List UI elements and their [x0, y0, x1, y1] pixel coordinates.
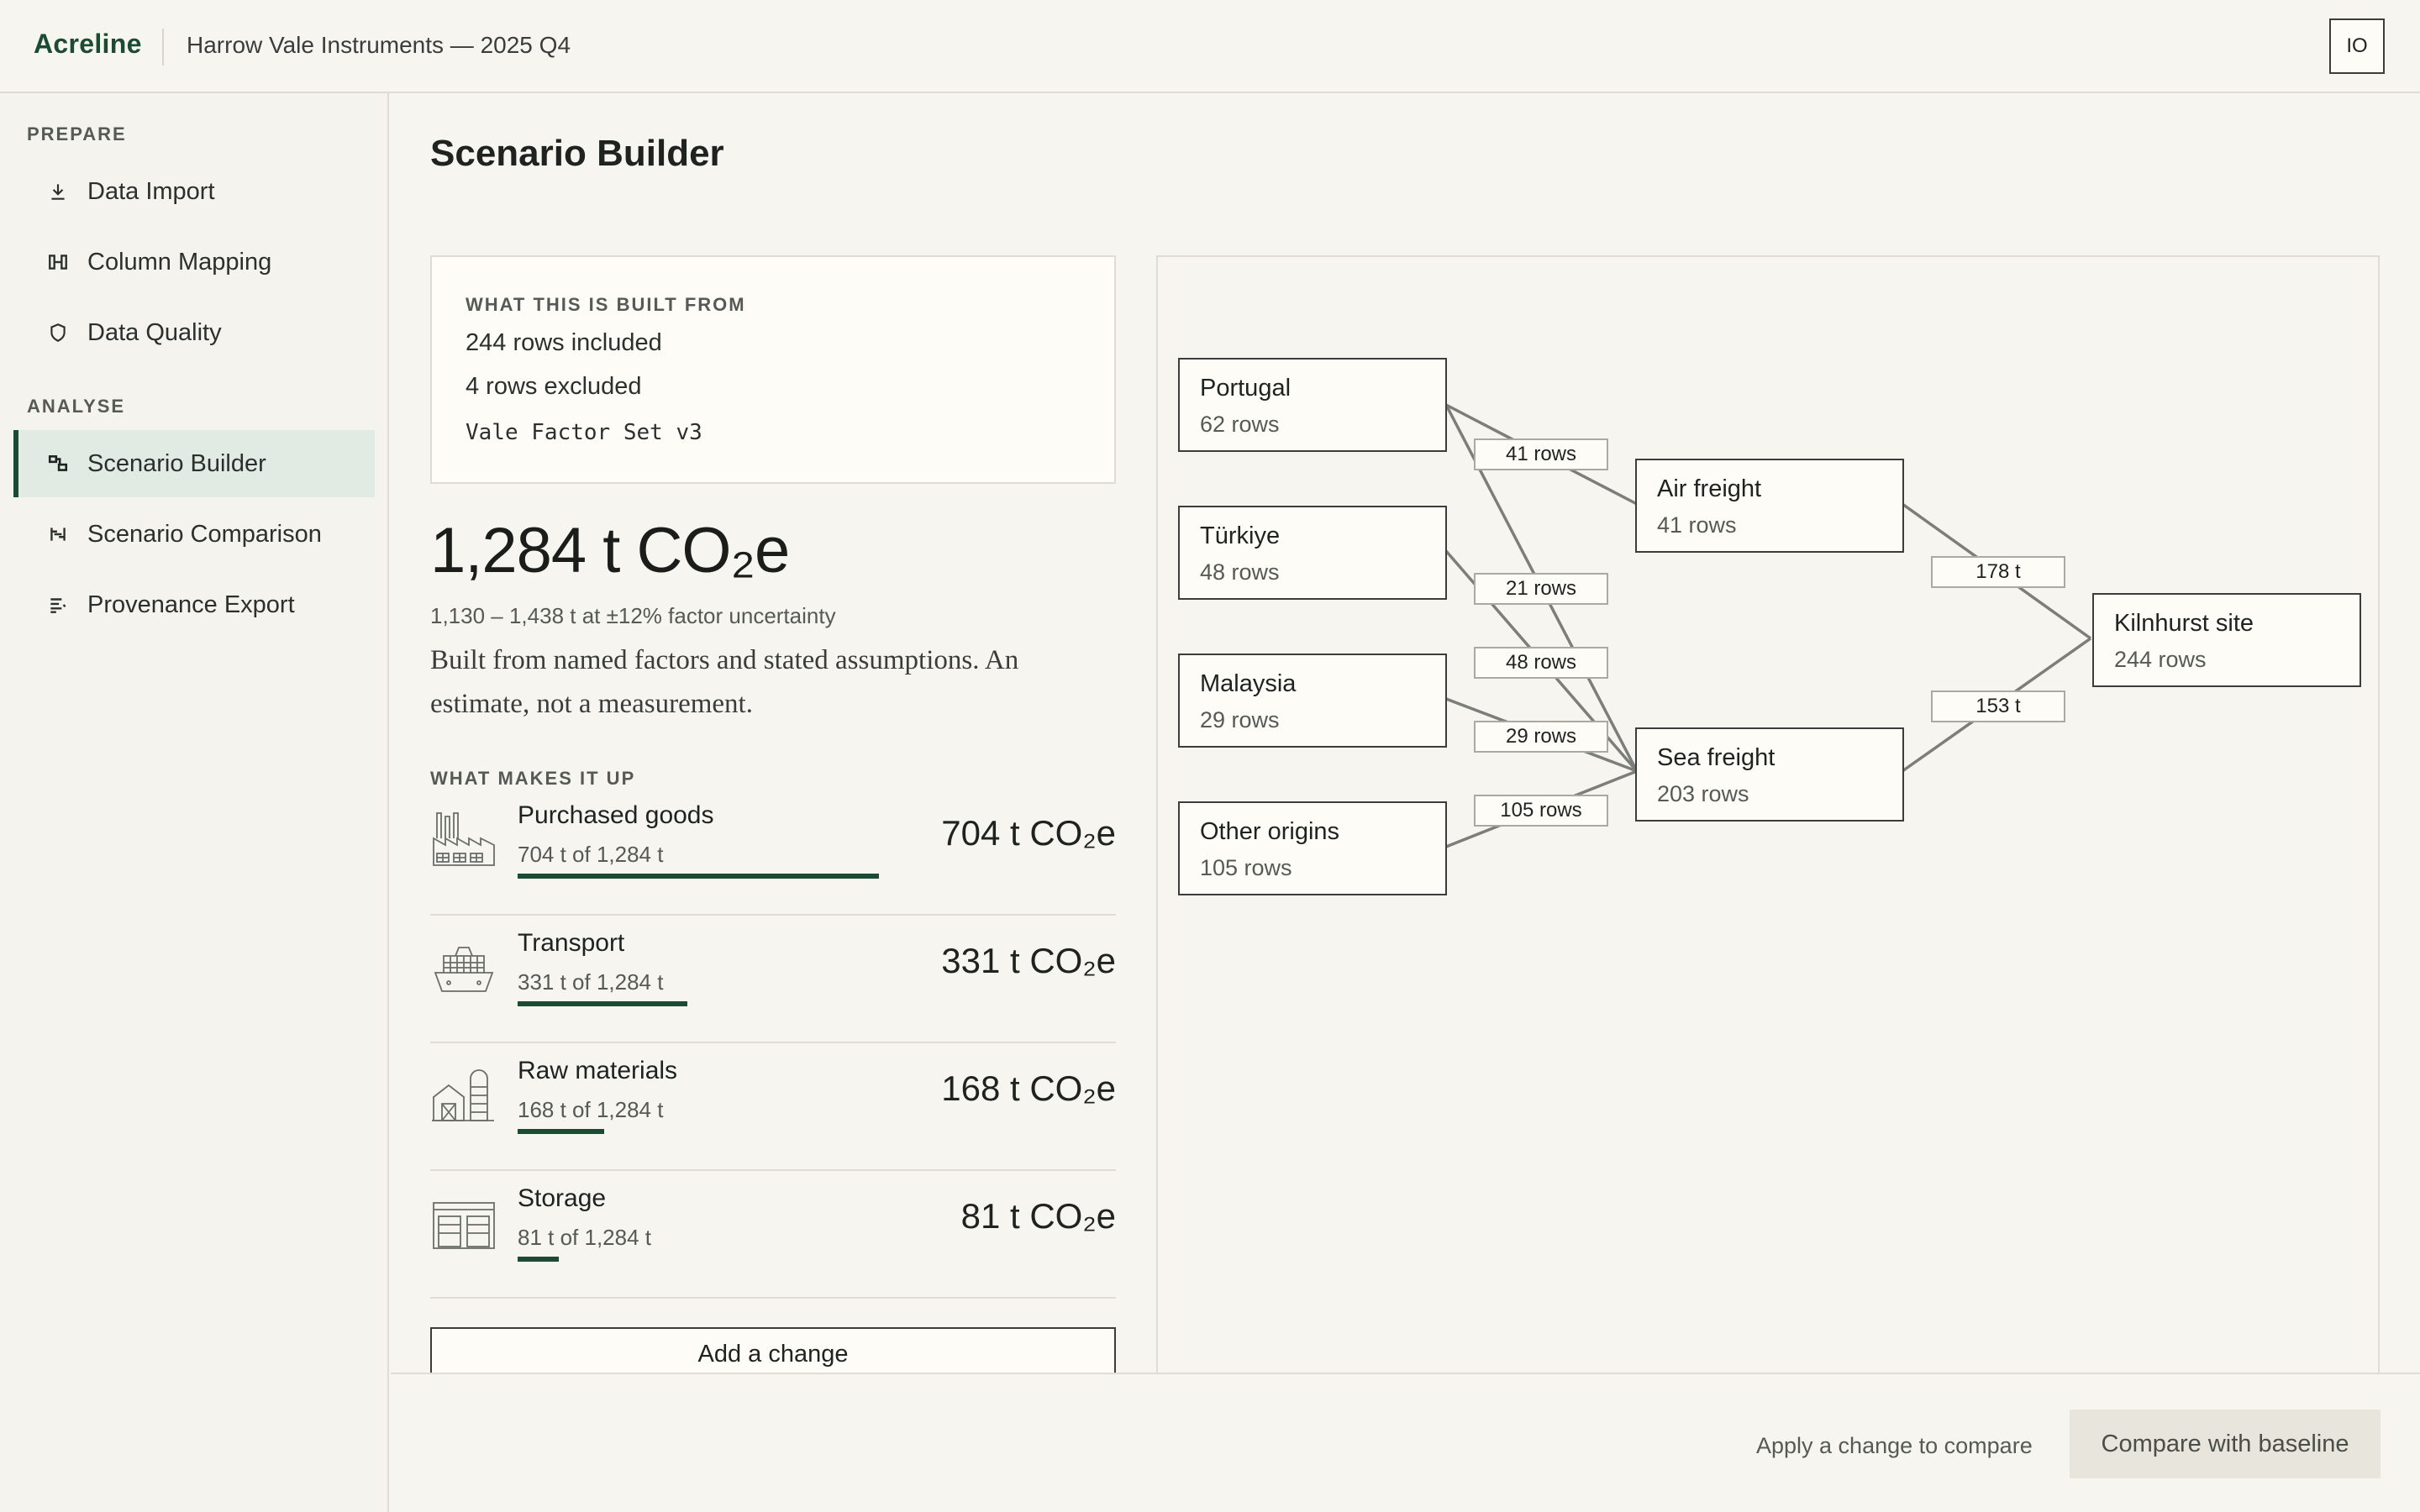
flow-node-malaysia[interactable]: Malaysia 29 rows — [1178, 654, 1447, 748]
node-title: Sea freight — [1657, 744, 1776, 771]
node-rows: 29 rows — [1200, 707, 1280, 732]
node-title: Air freight — [1657, 475, 1762, 502]
sidebar-item-provenance-export[interactable]: Provenance Export — [13, 571, 375, 638]
user-avatar[interactable]: IO — [2329, 18, 2385, 74]
flow-node-sea-freight[interactable]: Sea freight 203 rows — [1635, 727, 1904, 822]
farm-icon — [430, 1060, 497, 1127]
flow-node-kilnhurst-site[interactable]: Kilnhurst site 244 rows — [2092, 593, 2361, 687]
estimate-caveat: Built from named factors and stated assu… — [430, 645, 1019, 719]
edge-label: 178 t — [1931, 556, 2065, 588]
flow-node-air-freight[interactable]: Air freight 41 rows — [1635, 459, 1904, 553]
compare-icon — [45, 522, 71, 547]
sidebar-section-analyse: ANALYSE — [27, 396, 126, 417]
sidebar-item-data-quality[interactable]: Data Quality — [13, 299, 375, 366]
category-value: 81 t CO₂e — [960, 1196, 1116, 1236]
warehouse-icon — [430, 1188, 497, 1255]
sidebar: PREPARE Data Import Column Mapping Data … — [0, 93, 389, 1512]
category-row-purchased-goods[interactable]: Purchased goods 704 t of 1,284 t 704 t C… — [430, 788, 1116, 916]
category-share-text: 331 t of 1,284 t — [518, 969, 664, 995]
node-rows: 203 rows — [1657, 781, 1749, 806]
category-name: Purchased goods — [518, 801, 714, 829]
category-share-bar — [518, 874, 879, 879]
columns-icon — [45, 249, 71, 275]
built-from-heading: WHAT THIS IS BUILT FROM — [466, 294, 746, 315]
category-row-storage[interactable]: Storage 81 t of 1,284 t 81 t CO₂e — [430, 1171, 1116, 1299]
sidebar-item-label: Data Import — [87, 177, 215, 205]
project-title: Harrow Vale Instruments — 2025 Q4 — [187, 32, 571, 58]
edge-label: 41 rows — [1474, 438, 1608, 470]
scenario-icon — [45, 451, 71, 476]
edge-label: 105 rows — [1474, 795, 1608, 827]
node-title: Other origins — [1200, 818, 1340, 845]
category-value: 168 t CO₂e — [941, 1068, 1116, 1108]
category-name: Storage — [518, 1184, 607, 1212]
sidebar-item-data-import[interactable]: Data Import — [13, 158, 375, 225]
category-value: 704 t CO₂e — [941, 813, 1116, 853]
sidebar-item-label: Scenario Comparison — [87, 520, 322, 548]
rows-excluded: 4 rows excluded — [466, 373, 642, 400]
top-bar: Acreline Harrow Vale Instruments — 2025 … — [0, 0, 2420, 93]
rows-included: 244 rows included — [466, 329, 662, 356]
category-share-text: 704 t of 1,284 t — [518, 842, 664, 867]
sidebar-item-label: Scenario Builder — [87, 449, 266, 477]
category-name: Raw materials — [518, 1057, 678, 1084]
add-change-button[interactable]: Add a change — [430, 1327, 1116, 1374]
edge-label: 48 rows — [1474, 647, 1608, 679]
node-rows: 48 rows — [1200, 559, 1280, 585]
edge-label: 21 rows — [1474, 573, 1608, 605]
node-rows: 244 rows — [2114, 647, 2207, 672]
node-rows: 105 rows — [1200, 855, 1292, 880]
node-title: Malaysia — [1200, 670, 1297, 697]
edge-label: 29 rows — [1474, 721, 1608, 753]
node-title: Portugal — [1200, 375, 1292, 402]
factor-set-name: Vale Factor Set v3 — [466, 420, 702, 445]
category-share-bar — [518, 1001, 687, 1006]
sidebar-section-prepare: PREPARE — [27, 123, 127, 144]
sidebar-item-column-mapping[interactable]: Column Mapping — [13, 228, 375, 296]
flow-node-turkiye[interactable]: Türkiye 48 rows — [1178, 506, 1447, 600]
uncertainty-range: 1,130 – 1,438 t at ±12% factor uncertain… — [430, 603, 836, 628]
breakdown-heading: WHAT MAKES IT UP — [430, 768, 636, 789]
sidebar-item-label: Data Quality — [87, 318, 222, 346]
category-row-raw-materials[interactable]: Raw materials 168 t of 1,284 t 168 t CO₂… — [430, 1043, 1116, 1171]
category-share-text: 168 t of 1,284 t — [518, 1097, 664, 1122]
built-from-card: WHAT THIS IS BUILT FROM 244 rows include… — [430, 255, 1116, 484]
sidebar-item-scenario-builder[interactable]: Scenario Builder — [13, 430, 375, 497]
node-rows: 62 rows — [1200, 412, 1280, 437]
category-value: 331 t CO₂e — [941, 941, 1116, 980]
category-share-bar — [518, 1257, 559, 1262]
brand-logo[interactable]: Acreline — [34, 29, 142, 60]
node-title: Türkiye — [1200, 522, 1281, 549]
category-share-text: 81 t of 1,284 t — [518, 1225, 652, 1250]
node-title: Kilnhurst site — [2114, 610, 2254, 637]
node-rows: 41 rows — [1657, 512, 1737, 538]
category-share-bar — [518, 1129, 604, 1134]
compare-with-baseline-button[interactable]: Compare with baseline — [2070, 1410, 2381, 1478]
category-row-transport[interactable]: Transport 331 t of 1,284 t 331 t CO₂e — [430, 916, 1116, 1043]
shield-icon — [45, 320, 71, 345]
total-emissions: 1,284 t CO₂e — [430, 515, 790, 586]
download-icon — [45, 179, 71, 204]
category-name: Transport — [518, 929, 625, 957]
sidebar-item-scenario-comparison[interactable]: Scenario Comparison — [13, 501, 375, 568]
list-export-icon — [45, 592, 71, 617]
edge-label: 153 t — [1931, 690, 2065, 722]
action-footer: Apply a change to compare Compare with b… — [391, 1373, 2420, 1512]
ship-icon — [430, 932, 497, 1000]
flow-node-portugal[interactable]: Portugal 62 rows — [1178, 358, 1447, 452]
compare-hint: Apply a change to compare — [1756, 1433, 2033, 1458]
sidebar-item-label: Column Mapping — [87, 248, 272, 276]
page-title: Scenario Builder — [430, 133, 724, 174]
sidebar-item-label: Provenance Export — [87, 591, 295, 618]
brand-divider — [162, 29, 164, 66]
factory-icon — [430, 805, 497, 872]
flow-node-other-origins[interactable]: Other origins 105 rows — [1178, 801, 1447, 895]
